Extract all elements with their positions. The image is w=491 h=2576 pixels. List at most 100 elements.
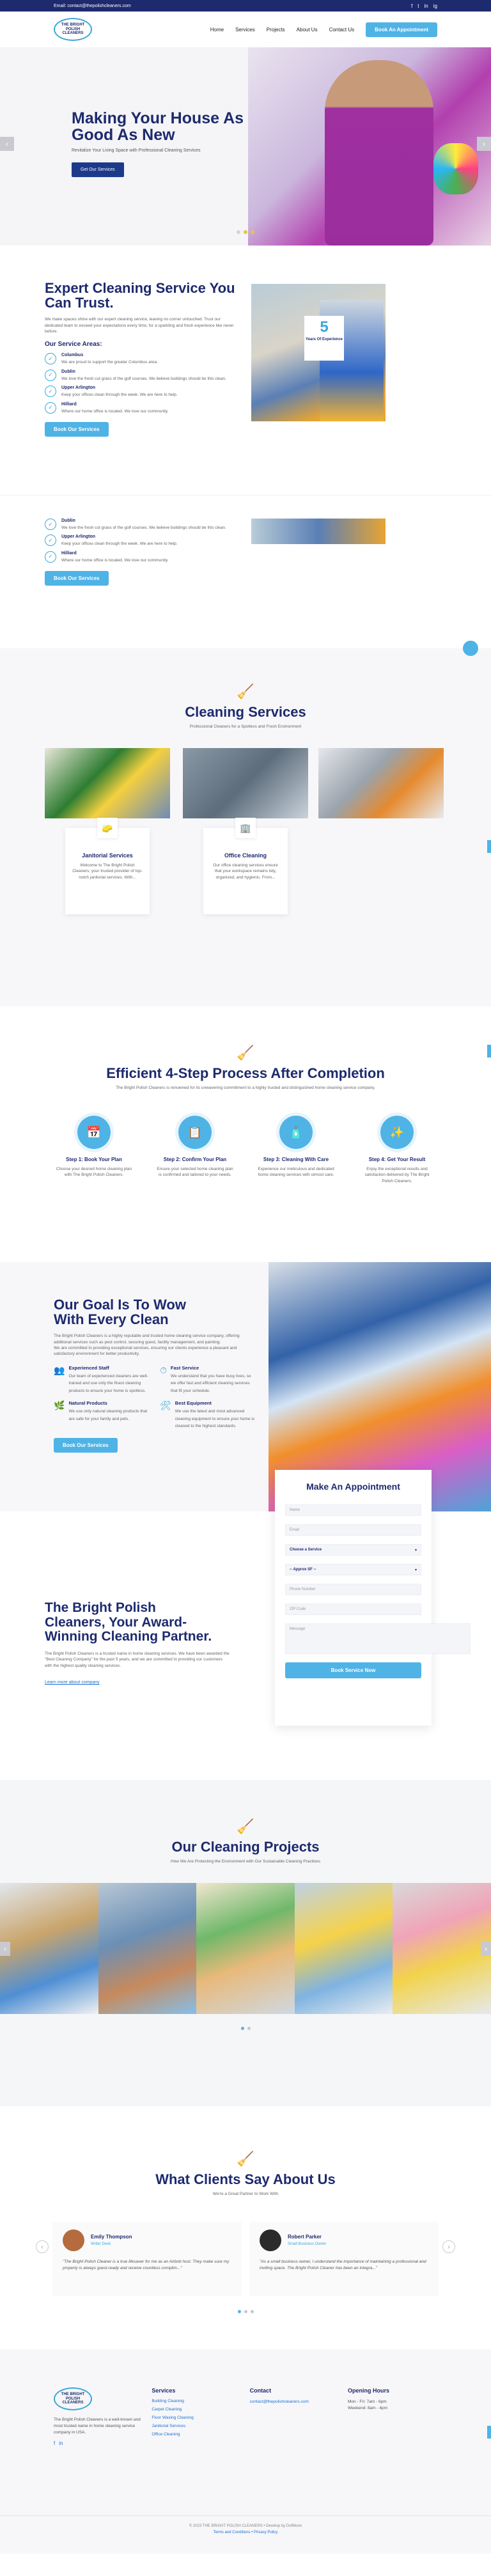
area-name: Upper Arlington: [61, 386, 96, 391]
nav-contact[interactable]: Contact Us: [329, 27, 355, 33]
get-services-button[interactable]: Get Our Services: [72, 162, 124, 177]
service-card-office[interactable]: 🏢 Office Cleaning Our office cleaning se…: [203, 818, 288, 914]
process-step: 📅 Step 1: Book Your Plan Choose your desir…: [56, 1116, 132, 1184]
check-icon: ✓: [45, 369, 56, 381]
testimonial-next-arrow[interactable]: ›: [442, 2240, 455, 2253]
learn-more-link[interactable]: Learn more about company: [45, 1680, 100, 1685]
clipboard-icon: 📋: [178, 1116, 212, 1149]
legal-links[interactable]: Terms and Conditions • Privacy Policy: [214, 2531, 278, 2534]
testimonial-prev-arrow[interactable]: ‹: [36, 2240, 49, 2253]
nav-about[interactable]: About Us: [297, 27, 318, 33]
area-item: ✓ Upper Arlington Keep your offices clean …: [45, 386, 230, 398]
client-quote: "The Bright Polish Cleaner is a true lif…: [63, 2260, 230, 2270]
projects-prev-arrow[interactable]: ‹: [0, 1942, 10, 1956]
book-services-button[interactable]: Book Our Services: [45, 422, 109, 437]
area-item: ✓ Upper Arlington Keep your offices clean …: [45, 535, 230, 547]
expert-image-strip: [251, 519, 386, 544]
service-card-title: Office Cleaning: [224, 852, 267, 859]
message-field[interactable]: Message: [285, 1623, 471, 1654]
step-title: Step 4: Get Your Result: [368, 1157, 426, 1162]
project-image[interactable]: [393, 1883, 491, 2014]
area-item: ✓ Hilliard Where our home office is locate…: [45, 402, 230, 414]
nav-projects[interactable]: Projects: [267, 27, 285, 33]
slider-dot-active[interactable]: [244, 230, 247, 234]
facebook-icon[interactable]: f: [54, 2440, 55, 2446]
service-card-janitorial[interactable]: 🧽 Janitorial Services Welcome to The Bri…: [65, 818, 150, 914]
slider-dot[interactable]: [247, 2027, 251, 2030]
calendar-icon: 📅: [77, 1116, 111, 1149]
slider-dot[interactable]: [250, 2310, 254, 2313]
project-image[interactable]: [196, 1883, 295, 2014]
slider-dot[interactable]: [237, 230, 240, 234]
process-step: ✨ Step 4: Get Your Result Enjoy the except…: [359, 1116, 435, 1184]
footer-link[interactable]: Floor Waxing Cleaning: [152, 2416, 241, 2420]
site-logo[interactable]: THE BRIGHT POLISH CLEANERS: [54, 18, 92, 41]
project-image[interactable]: [98, 1883, 197, 2014]
feature-item: ⏱ Fast Service We understand that you have…: [160, 1365, 256, 1394]
book-appointment-button[interactable]: Book An Appointment: [366, 22, 437, 37]
footer-hours-title: Opening Hours: [347, 2387, 389, 2394]
side-tab[interactable]: [487, 2426, 491, 2439]
clients-title: What Clients Say About Us: [155, 2171, 336, 2187]
book-services-button[interactable]: Book Our Services: [45, 571, 109, 586]
testimonial-card: Robert Parker Small Business Owner "As a …: [249, 2222, 439, 2296]
slider-next-arrow[interactable]: ›: [477, 137, 491, 151]
feature-item: 🛠 Best Equipment We use the latest and mos…: [160, 1400, 256, 1429]
step-desc: Ensure your selected home cleaning plan …: [157, 1167, 233, 1178]
services-subtitle: Professional Cleaners for a Spotless and…: [189, 724, 302, 729]
slider-prev-arrow[interactable]: ‹: [0, 137, 14, 151]
email-field[interactable]: Email: [285, 1524, 421, 1536]
copyright: © 2023 THE BRIGHT POLISH CLEANERS • Deve…: [189, 2524, 302, 2528]
area-desc: Where our home office is located. We lov…: [61, 558, 169, 563]
side-tab[interactable]: [487, 1045, 491, 1058]
footer-link[interactable]: Office Cleaning: [152, 2432, 241, 2437]
footer-link[interactable]: Building Cleaning: [152, 2399, 241, 2403]
feature-title: Experienced Staff: [68, 1364, 109, 1371]
area-select[interactable]: -- Approx SF -- ▾: [285, 1564, 421, 1575]
area-item: ✓ Dublin We love the fresh cut grass of th…: [45, 369, 230, 382]
process-subtitle: The Bright Polish Cleaners is renowned f…: [116, 1086, 375, 1090]
slider-dot[interactable]: [251, 230, 254, 234]
footer-hours: Mon - Fri: 7am - 6pm: [347, 2400, 387, 2404]
slider-dot-active[interactable]: [237, 2310, 241, 2313]
services-title: Cleaning Services: [185, 704, 306, 720]
area-name: Hilliard: [61, 402, 77, 407]
side-tab[interactable]: [487, 840, 491, 853]
zip-field[interactable]: ZIP Code: [285, 1604, 421, 1615]
name-field[interactable]: Name: [285, 1504, 421, 1516]
nav-home[interactable]: Home: [210, 27, 224, 33]
projects-next-arrow[interactable]: ›: [481, 1942, 491, 1956]
linkedin-icon[interactable]: in: [59, 2440, 63, 2446]
topbar-email[interactable]: Email: contact@thepolishcleaners.com: [54, 4, 131, 8]
project-image[interactable]: [0, 1883, 98, 2014]
service-select[interactable]: Choose a Service ▾: [285, 1544, 421, 1556]
linkedin-icon[interactable]: in: [425, 3, 428, 9]
slider-dot-active[interactable]: [240, 2027, 244, 2030]
process-title: Efficient 4-Step Process After Completio…: [106, 1065, 385, 1081]
phone-field[interactable]: Phone Number: [285, 1584, 421, 1595]
check-icon: ✓: [45, 386, 56, 398]
slider-dot[interactable]: [244, 2310, 247, 2313]
goal-body: The Bright Polish Cleaners is a highly r…: [54, 1334, 240, 1357]
feature-desc: We use only natural cleaning products th…: [68, 1409, 148, 1421]
area-name: Hilliard: [61, 550, 77, 556]
appointment-title: Make An Appointment: [306, 1481, 400, 1492]
footer-link[interactable]: Carpet Cleaning: [152, 2407, 241, 2412]
book-service-now-button[interactable]: Book Service Now: [285, 1662, 421, 1678]
footer-contact-title: Contact: [249, 2387, 272, 2394]
footer-contact-email[interactable]: contact@thepolishcleaners.com: [250, 2399, 339, 2405]
book-services-button[interactable]: Book Our Services: [54, 1438, 118, 1453]
facebook-icon[interactable]: f: [411, 3, 412, 9]
process-section: 🧹 Efficient 4-Step Process After Complet…: [0, 1006, 491, 1262]
footer-link[interactable]: Janitorial Services: [152, 2424, 241, 2428]
project-image[interactable]: [294, 1883, 393, 2014]
nav-services[interactable]: Services: [235, 27, 255, 33]
avatar: [63, 2229, 84, 2251]
years-number: 5: [320, 318, 329, 336]
instagram-icon[interactable]: ig: [433, 3, 437, 9]
hero-person-image: [325, 60, 433, 246]
footer-logo[interactable]: THE BRIGHT POLISH CLEANERS: [54, 2387, 92, 2410]
float-button[interactable]: [463, 641, 478, 656]
twitter-icon[interactable]: t: [417, 3, 419, 9]
service-card-title: Janitorial Services: [82, 852, 133, 859]
